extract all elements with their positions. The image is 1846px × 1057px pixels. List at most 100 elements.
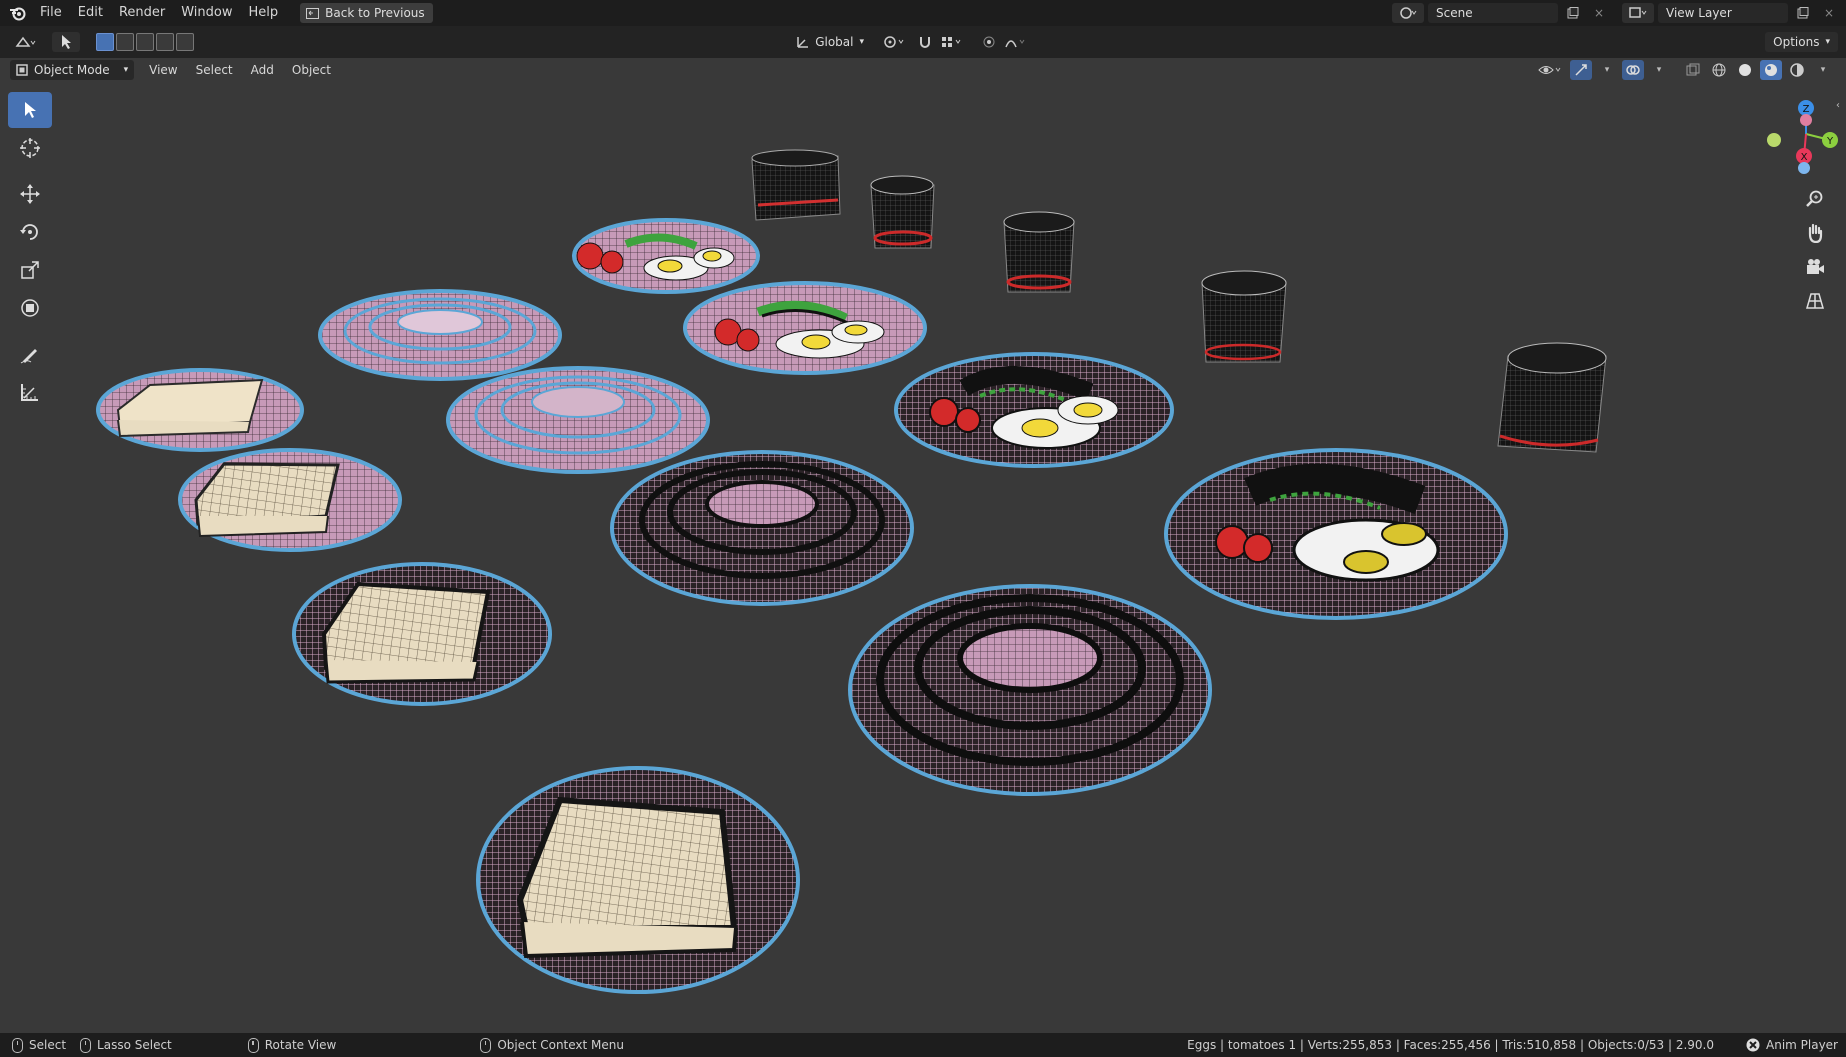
status-lasso-label: Lasso Select xyxy=(97,1038,172,1052)
shading-rendered-icon[interactable] xyxy=(1786,60,1808,80)
gizmo-dropdown-icon[interactable]: ▾ xyxy=(1596,60,1618,80)
visibility-icon[interactable] xyxy=(1534,60,1566,80)
snap-target-icon[interactable] xyxy=(938,32,968,52)
axis-gizmo[interactable]: Z Y X xyxy=(1738,92,1838,182)
plate-breakfast-4[interactable] xyxy=(1164,448,1508,620)
pivot-point-icon[interactable] xyxy=(878,32,912,52)
measure-tool-button[interactable] xyxy=(8,374,52,410)
plate-toast-3[interactable] xyxy=(292,562,552,706)
menu-help[interactable]: Help xyxy=(241,0,287,26)
zoom-icon[interactable] xyxy=(1800,184,1830,214)
anim-player-label: Anim Player xyxy=(1766,1038,1838,1052)
move-tool-button[interactable] xyxy=(8,176,52,212)
chevron-down-icon: ▾ xyxy=(1825,37,1830,47)
plate-breakfast-3[interactable] xyxy=(894,352,1174,468)
xray-toggle-icon[interactable] xyxy=(1682,60,1704,80)
plate-toast-4[interactable] xyxy=(476,766,800,994)
mouse-middle-icon xyxy=(247,1037,259,1053)
gizmo-toggle-icon[interactable] xyxy=(1570,60,1592,80)
options-dropdown[interactable]: Options ▾ xyxy=(1765,32,1838,52)
view-layer-name-field[interactable]: View Layer xyxy=(1658,3,1788,23)
back-to-previous-button[interactable]: Back to Previous xyxy=(300,3,433,23)
viewport-menu-select[interactable]: Select xyxy=(187,63,242,77)
3d-cursor-icon xyxy=(20,138,40,158)
menu-file[interactable]: File xyxy=(32,0,70,26)
tool-header: Global ▾ Options ▾ xyxy=(0,26,1846,58)
plate-toast-1[interactable] xyxy=(96,368,304,452)
view-layer-type-icon[interactable] xyxy=(1622,3,1654,23)
cup-medium[interactable] xyxy=(1201,270,1287,363)
shading-solid-icon[interactable] xyxy=(1734,60,1756,80)
ruler-icon xyxy=(21,384,38,401)
gizmo-neg-y-axis[interactable] xyxy=(1767,133,1781,147)
orientation-icon xyxy=(797,37,808,48)
scale-icon xyxy=(21,261,39,279)
overlays-dropdown-icon[interactable]: ▾ xyxy=(1648,60,1670,80)
transform-orientation-dropdown[interactable]: Global ▾ xyxy=(788,32,872,52)
perspective-grid-icon[interactable] xyxy=(1800,286,1830,316)
scene-type-icon[interactable] xyxy=(1392,3,1424,23)
cursor-tool-button[interactable] xyxy=(8,130,52,166)
close-scene-icon[interactable]: × xyxy=(1588,3,1610,23)
status-select-hint: Select xyxy=(12,1037,66,1053)
back-to-previous-label: Back to Previous xyxy=(325,6,425,20)
plate-empty-2[interactable] xyxy=(446,366,710,474)
plate-empty-1[interactable] xyxy=(318,289,562,381)
pan-hand-icon[interactable] xyxy=(1800,218,1830,248)
select-mode-subtract-icon[interactable] xyxy=(136,33,154,51)
select-mode-intersect-icon[interactable] xyxy=(176,33,194,51)
status-rotate-hint: Rotate View xyxy=(247,1037,336,1053)
menu-edit[interactable]: Edit xyxy=(70,0,111,26)
scale-tool-button[interactable] xyxy=(8,252,52,288)
gizmo-neg-z-axis[interactable] xyxy=(1798,162,1810,174)
plate-empty-3[interactable] xyxy=(610,450,914,606)
scene-name-field[interactable]: Scene xyxy=(1428,3,1558,23)
snap-toggle-icon[interactable] xyxy=(914,32,936,52)
scene-canvas[interactable] xyxy=(0,58,1846,1033)
transform-tool-button[interactable] xyxy=(8,290,52,326)
scene-selector-group: Scene × View Layer × xyxy=(1392,0,1846,26)
plate-breakfast-2[interactable] xyxy=(683,281,927,375)
viewport-menu-view[interactable]: View xyxy=(140,63,186,77)
proportional-edit-icon[interactable] xyxy=(978,32,1000,52)
menu-window[interactable]: Window xyxy=(173,0,240,26)
shading-material-icon[interactable] xyxy=(1760,60,1782,80)
viewport-header: Object Mode ▾ View Select Add Object ▾ ▾… xyxy=(0,58,1846,82)
viewport-menu-object[interactable]: Object xyxy=(283,63,340,77)
anim-player-button[interactable]: Anim Player xyxy=(1746,1038,1838,1052)
blender-logo-icon[interactable] xyxy=(4,0,32,26)
object-mode-dropdown[interactable]: Object Mode ▾ xyxy=(10,60,135,80)
cup-small-1[interactable] xyxy=(870,175,935,249)
cup-square[interactable] xyxy=(751,149,841,221)
select-mode-extend-icon[interactable] xyxy=(116,33,134,51)
select-mode-new-icon[interactable] xyxy=(96,33,114,51)
new-scene-icon[interactable] xyxy=(1562,3,1584,23)
menu-render[interactable]: Render xyxy=(111,0,173,26)
cup-large[interactable] xyxy=(1497,342,1607,453)
new-view-layer-icon[interactable] xyxy=(1792,3,1814,23)
gizmo-x-label: X xyxy=(1801,152,1808,163)
plate-toast-2[interactable] xyxy=(178,448,402,552)
shading-wireframe-icon[interactable] xyxy=(1708,60,1730,80)
camera-view-icon[interactable] xyxy=(1800,252,1830,282)
sidebar-toggle-icon[interactable]: ‹ xyxy=(1836,100,1840,111)
plate-breakfast-1[interactable] xyxy=(572,218,760,294)
select-mode-invert-icon[interactable] xyxy=(156,33,174,51)
close-view-layer-icon[interactable]: × xyxy=(1818,3,1840,23)
viewport-menu-add[interactable]: Add xyxy=(242,63,283,77)
plate-empty-4[interactable] xyxy=(848,584,1212,796)
falloff-curve-icon[interactable] xyxy=(1002,32,1032,52)
shading-dropdown-icon[interactable]: ▾ xyxy=(1812,60,1834,80)
cup-small-2[interactable] xyxy=(1003,211,1075,293)
annotate-tool-button[interactable] xyxy=(8,336,52,372)
rotate-tool-button[interactable] xyxy=(8,214,52,250)
screen-icon xyxy=(306,7,320,19)
overlays-toggle-icon[interactable] xyxy=(1622,60,1644,80)
active-tool-icon[interactable] xyxy=(52,32,80,52)
editor-type-icon[interactable] xyxy=(10,32,42,52)
3d-viewport[interactable] xyxy=(0,58,1846,1033)
gizmo-neg-x-axis[interactable] xyxy=(1800,114,1812,126)
transform-orientation-label: Global xyxy=(815,35,854,49)
navigation-gizmo: Z Y X ‹ xyxy=(1738,92,1840,352)
select-tool-button[interactable] xyxy=(8,92,52,128)
